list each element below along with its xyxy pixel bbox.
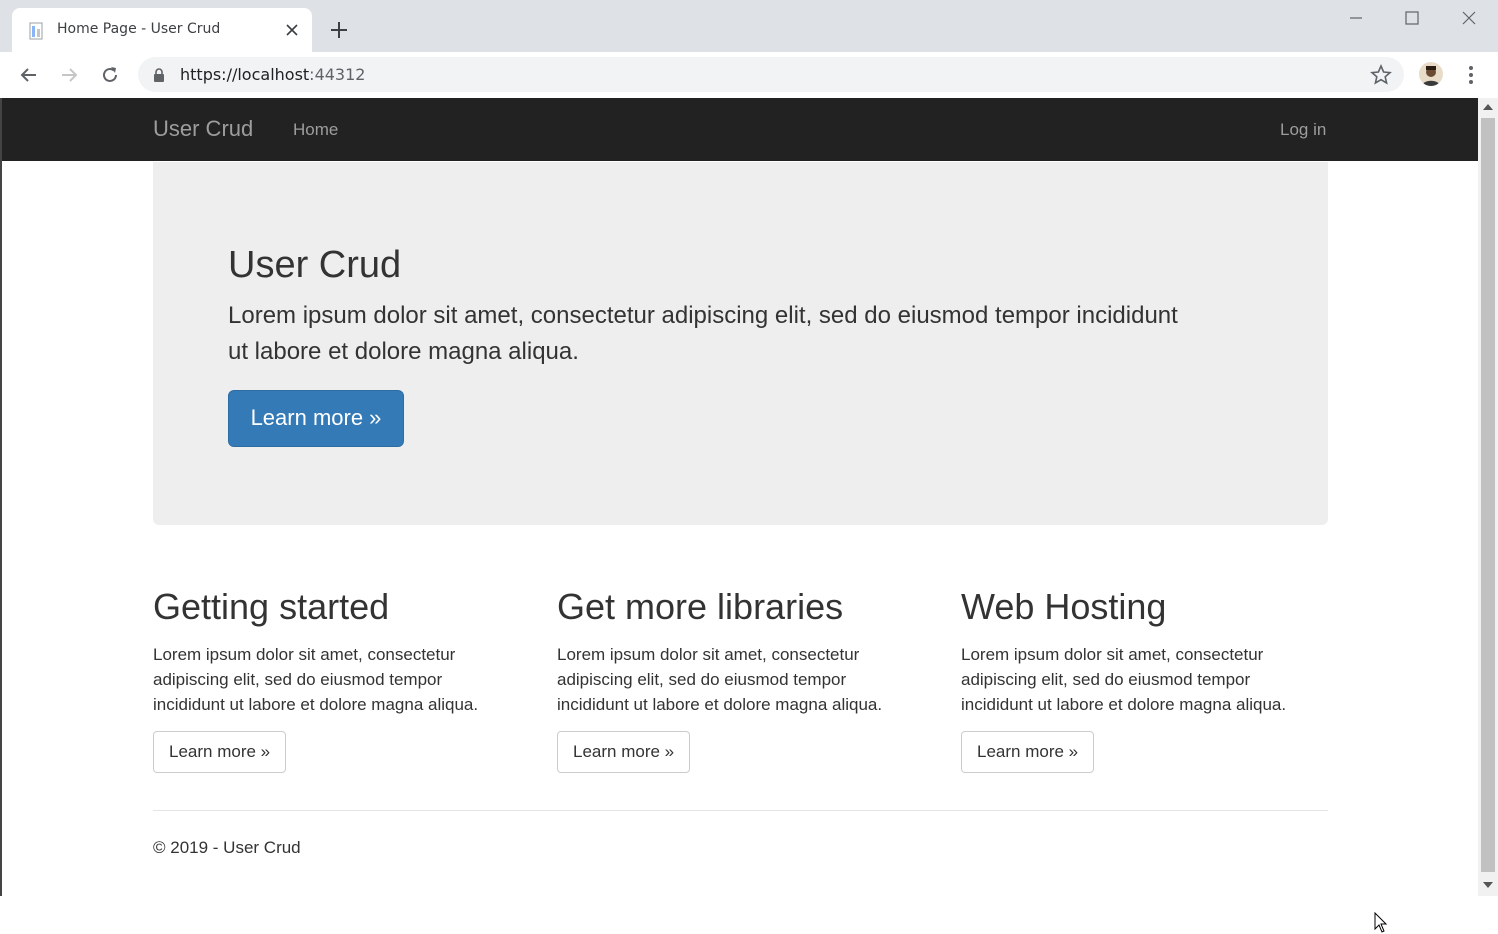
column-text: Lorem ipsum dolor sit amet, consectetur …: [153, 645, 479, 714]
new-tab-icon[interactable]: [329, 20, 349, 40]
bookmark-star-icon[interactable]: [1370, 64, 1392, 86]
mouse-cursor-icon: [1374, 912, 1388, 933]
back-arrow-icon[interactable]: [18, 64, 40, 86]
column-getting-started: Getting started Lorem ipsum dolor sit am…: [153, 586, 513, 773]
reload-icon[interactable]: [99, 64, 121, 86]
vertical-scrollbar[interactable]: [1478, 98, 1498, 896]
lock-icon[interactable]: [152, 67, 166, 83]
jumbotron: User Crud Lorem ipsum dolor sit amet, co…: [153, 162, 1328, 525]
address-bar[interactable]: https://localhost:44312: [138, 57, 1404, 92]
person-icon: [1422, 66, 1440, 86]
column-text: Lorem ipsum dolor sit amet, consectetur …: [557, 645, 883, 714]
learn-more-button[interactable]: Learn more »: [557, 731, 691, 773]
more-menu-icon[interactable]: [1462, 64, 1480, 86]
browser-tab[interactable]: Home Page - User Crud: [12, 8, 312, 52]
close-window-icon[interactable]: [1459, 8, 1479, 28]
column-title: Web Hosting: [961, 586, 1167, 627]
column-get-more-libraries: Get more libraries Lorem ipsum dolor sit…: [557, 586, 917, 773]
column-title: Getting started: [153, 586, 390, 627]
profile-avatar[interactable]: [1419, 62, 1443, 86]
scroll-up-arrow-icon[interactable]: [1483, 104, 1493, 110]
minimize-icon[interactable]: [1346, 8, 1366, 28]
scrollbar-thumb[interactable]: [1481, 118, 1495, 872]
learn-more-button[interactable]: Learn more »: [961, 731, 1095, 773]
url-text: https://localhost:44312: [180, 65, 365, 84]
learn-more-button-primary[interactable]: Learn more »: [228, 390, 404, 447]
maximize-icon[interactable]: [1402, 8, 1422, 28]
footer-copyright: © 2019 - User Crud: [153, 838, 301, 857]
column-title: Get more libraries: [557, 586, 844, 627]
column-text: Lorem ipsum dolor sit amet, consectetur …: [961, 645, 1287, 714]
learn-more-button[interactable]: Learn more »: [153, 731, 287, 773]
site-navbar: User Crud Home Log in: [2, 98, 1478, 161]
tab-title: Home Page - User Crud: [57, 21, 221, 37]
forward-arrow-icon[interactable]: [58, 64, 80, 86]
page-viewport: User Crud Home Log in User Crud Lorem ip…: [0, 98, 1480, 933]
jumbotron-text: Lorem ipsum dolor sit amet, consectetur …: [228, 302, 1178, 365]
url-host: https://localhost: [180, 65, 310, 84]
column-web-hosting: Web Hosting Lorem ipsum dolor sit amet, …: [961, 586, 1321, 773]
navbar-brand[interactable]: User Crud: [153, 116, 253, 142]
browser-toolbar: https://localhost:44312: [0, 52, 1498, 99]
nav-link-login[interactable]: Log in: [1280, 120, 1326, 140]
close-tab-icon[interactable]: [284, 22, 300, 38]
jumbotron-title: User Crud: [228, 244, 402, 286]
browser-titlebar: Home Page - User Crud: [0, 0, 1498, 52]
scroll-down-arrow-icon[interactable]: [1483, 882, 1493, 888]
page-icon: [29, 22, 43, 40]
nav-link-home[interactable]: Home: [293, 120, 338, 140]
footer-divider: [153, 810, 1328, 811]
url-port: :44312: [309, 65, 366, 84]
